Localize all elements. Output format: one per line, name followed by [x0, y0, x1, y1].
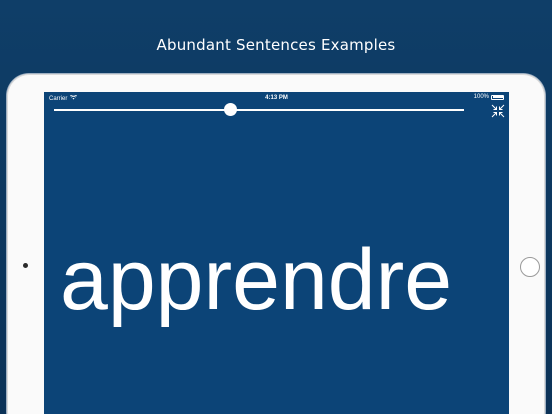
slider-track[interactable]: [54, 109, 464, 111]
status-right: 100%: [474, 94, 504, 100]
slider-thumb[interactable]: [223, 103, 237, 116]
flashcard-word: apprendre: [60, 232, 453, 328]
home-button[interactable]: [520, 257, 540, 277]
tablet-device-frame: Carrier 4:13 PM 100% apprendre: [7, 74, 545, 414]
battery-icon: [491, 94, 504, 100]
battery-fill: [492, 96, 503, 98]
progress-slider[interactable]: [54, 102, 464, 118]
front-camera: [23, 263, 28, 268]
collapse-arrows-icon[interactable]: [491, 104, 505, 118]
battery-percent: 100%: [473, 94, 489, 100]
headline: Abundant Sentences Examples: [156, 36, 396, 54]
status-time: 4:13 PM: [265, 95, 288, 101]
app-screen: Carrier 4:13 PM 100% apprendre: [44, 92, 509, 414]
